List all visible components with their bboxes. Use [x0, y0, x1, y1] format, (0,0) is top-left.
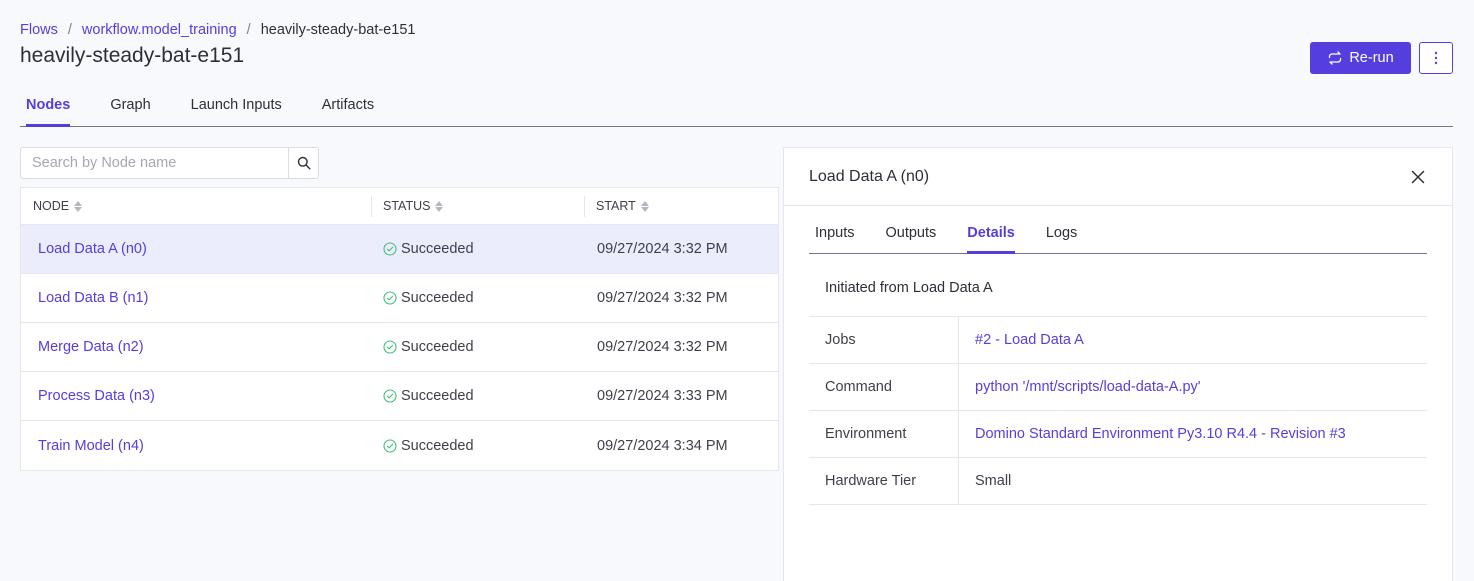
node-start-time: 09/27/2024 3:34 PM	[597, 437, 728, 454]
details-key: Hardware Tier	[809, 458, 959, 504]
node-name-link[interactable]: Load Data A (n0)	[21, 241, 371, 257]
column-header-node[interactable]: NODE	[21, 188, 371, 225]
panel-tab-logs[interactable]: Logs	[1046, 216, 1077, 253]
close-icon	[1411, 170, 1425, 183]
table-row[interactable]: Train Model (n4) Succeeded 09/27/2024 3:34…	[21, 421, 778, 470]
page-title: heavily-steady-bat-e151	[20, 44, 245, 67]
details-value-link[interactable]: python '/mnt/scripts/load-data-A.py'	[959, 364, 1427, 410]
rerun-label: Re-run	[1349, 50, 1394, 66]
check-circle-icon	[383, 438, 397, 453]
check-circle-icon	[383, 340, 397, 354]
table-header: NODE STATUS START	[21, 188, 778, 225]
table-row[interactable]: Load Data A (n0) Succeeded 09/27/2024 3:32…	[21, 225, 778, 274]
node-start-time: 09/27/2024 3:33 PM	[597, 388, 728, 404]
panel-tab-details[interactable]: Details	[967, 216, 1015, 254]
nodes-table: NODE STATUS START Load Data A (n0) Succee…	[20, 187, 779, 471]
status-text: Succeeded	[401, 339, 474, 355]
sort-icon	[640, 200, 649, 212]
table-row[interactable]: Merge Data (n2) Succeeded 09/27/2024 3:32 …	[21, 323, 778, 372]
node-start-time: 09/27/2024 3:32 PM	[597, 339, 728, 355]
node-start-time: 09/27/2024 3:32 PM	[597, 241, 728, 257]
node-search	[20, 147, 319, 179]
breadcrumb-separator: /	[246, 22, 251, 38]
node-status: Succeeded	[371, 438, 584, 454]
check-circle-icon	[383, 242, 397, 256]
details-key: Jobs	[809, 317, 959, 363]
node-name-link[interactable]: Load Data B (n1)	[21, 290, 371, 306]
node-name-link[interactable]: Merge Data (n2)	[21, 339, 371, 355]
details-key: Environment	[809, 411, 959, 457]
search-input[interactable]	[20, 147, 288, 179]
column-label: STATUS	[383, 199, 431, 213]
details-table: Jobs #2 - Load Data A Command python '/mnt/…	[809, 316, 1427, 505]
details-value-link[interactable]: #2 - Load Data A	[959, 317, 1427, 363]
tab-nodes[interactable]: Nodes	[20, 88, 90, 127]
main-tabs: Nodes Graph Launch Inputs Artifacts	[20, 88, 1453, 127]
node-status: Succeeded	[371, 388, 584, 404]
more-options-button[interactable]	[1419, 42, 1453, 74]
search-button[interactable]	[288, 147, 319, 179]
column-label: NODE	[33, 199, 70, 213]
refresh-icon	[1329, 51, 1342, 65]
details-value: Small	[975, 473, 1012, 489]
details-row: Jobs #2 - Load Data A	[809, 317, 1427, 364]
panel-header: Load Data A (n0)	[784, 148, 1452, 206]
node-detail-panel: Load Data A (n0) Inputs Outputs Details …	[783, 147, 1453, 581]
details-row: Hardware Tier Small	[809, 458, 1427, 505]
panel-tab-inputs[interactable]: Inputs	[815, 216, 855, 253]
check-circle-icon	[383, 389, 397, 403]
more-vertical-icon	[1434, 51, 1438, 65]
panel-title: Load Data A (n0)	[809, 167, 930, 185]
breadcrumb: Flows / workflow.model_training / heavil…	[20, 22, 415, 38]
node-start-time: 09/27/2024 3:32 PM	[597, 290, 728, 306]
column-label: START	[596, 199, 636, 213]
node-status: Succeeded	[371, 290, 584, 306]
initiated-text: Initiated from Load Data A	[825, 280, 993, 296]
close-panel-button[interactable]	[1408, 167, 1428, 187]
tab-graph[interactable]: Graph	[90, 88, 170, 126]
node-status: Succeeded	[371, 241, 584, 257]
status-text: Succeeded	[401, 437, 474, 454]
table-body: Load Data A (n0) Succeeded 09/27/2024 3:32…	[21, 225, 778, 470]
breadcrumb-flows[interactable]: Flows	[20, 22, 58, 38]
node-name-link[interactable]: Process Data (n3)	[21, 388, 371, 404]
details-key: Command	[809, 364, 959, 410]
breadcrumb-separator: /	[67, 22, 72, 38]
node-name-link[interactable]: Train Model (n4)	[21, 438, 371, 454]
column-header-start[interactable]: START	[584, 188, 778, 225]
column-header-status[interactable]: STATUS	[371, 188, 584, 225]
sort-icon	[74, 200, 83, 212]
table-row[interactable]: Process Data (n3) Succeeded 09/27/2024 3:3…	[21, 372, 778, 421]
details-row: Command python '/mnt/scripts/load-data-A.…	[809, 364, 1427, 411]
check-circle-icon	[383, 291, 397, 305]
breadcrumb-workflow[interactable]: workflow.model_training	[82, 22, 237, 38]
search-icon	[297, 156, 311, 170]
panel-tabs: Inputs Outputs Details Logs	[809, 216, 1427, 254]
status-text: Succeeded	[401, 290, 474, 306]
table-row[interactable]: Load Data B (n1) Succeeded 09/27/2024 3:32…	[21, 274, 778, 323]
tab-artifacts[interactable]: Artifacts	[302, 88, 394, 126]
breadcrumb-current: heavily-steady-bat-e151	[260, 22, 416, 38]
sort-icon	[435, 200, 444, 212]
panel-tab-outputs[interactable]: Outputs	[886, 216, 937, 253]
details-row: Environment Domino Standard Environment P…	[809, 411, 1427, 458]
details-value-link[interactable]: Domino Standard Environment Py3.10 R4.4 …	[959, 411, 1427, 457]
status-text: Succeeded	[401, 241, 474, 257]
status-text: Succeeded	[401, 388, 474, 404]
rerun-button[interactable]: Re-run	[1310, 42, 1411, 74]
node-status: Succeeded	[371, 339, 584, 355]
tab-launch-inputs[interactable]: Launch Inputs	[171, 88, 302, 126]
